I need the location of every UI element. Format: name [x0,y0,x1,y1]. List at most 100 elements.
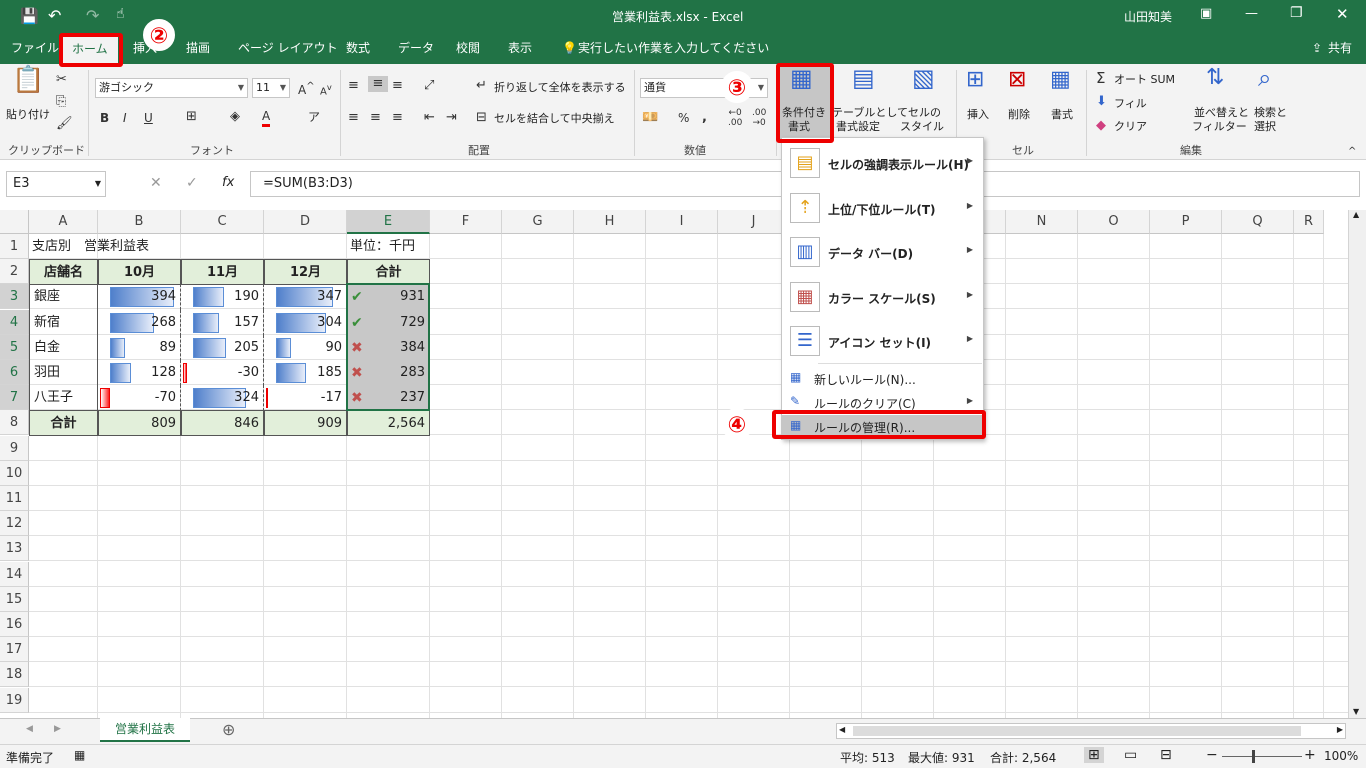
total-label-cell[interactable]: 合計 [29,410,98,437]
total-nov-cell[interactable]: 846 [181,410,264,437]
insert-function-icon[interactable]: fx [222,175,234,190]
data-bar-cell[interactable]: 185 [264,360,347,386]
table-header[interactable]: 店舗名 [29,259,98,286]
tab-data[interactable]: データ [398,32,434,64]
font-name-combo[interactable]: 游ゴシック ▼ [95,78,248,98]
row-header[interactable]: 14 [0,561,29,587]
store-name-cell[interactable]: 羽田 [29,360,98,386]
vertical-scrollbar[interactable]: ▲ ▼ [1348,210,1366,718]
find-select-button[interactable]: 検索と [1254,106,1287,120]
zoom-slider-thumb[interactable] [1252,750,1255,763]
row-header[interactable]: 18 [0,662,29,688]
table-header[interactable]: 12月 [264,259,347,286]
store-name-cell[interactable]: 新宿 [29,309,98,336]
phonetic-icon[interactable]: ア [308,109,320,125]
clear-button[interactable]: クリア [1114,120,1147,134]
find-select-icon[interactable]: ⌕ [1258,66,1271,90]
page-break-view-icon[interactable]: ⊟ [1160,747,1172,763]
align-bottom-icon[interactable]: ≡ [392,78,403,94]
data-bar-cell[interactable]: -70 [98,385,181,412]
data-bar-cell[interactable]: 304 [264,309,347,336]
row-header[interactable]: 9 [0,435,29,461]
row-header[interactable]: 12 [0,511,29,537]
collapse-ribbon-icon[interactable]: ^ [1348,144,1356,160]
table-header[interactable]: 11月 [181,259,264,286]
horizontal-scroll-thumb[interactable] [853,726,1301,736]
row-header[interactable]: 6 [0,360,29,385]
store-name-cell[interactable]: 白金 [29,334,98,361]
row-header[interactable]: 15 [0,586,29,612]
row-header[interactable]: 16 [0,612,29,637]
next-sheet-icon[interactable]: ▶ [54,724,61,734]
row-header[interactable]: 1 [0,234,29,259]
cell-styles-button[interactable]: セルの [908,106,941,120]
tab-file[interactable]: ファイル [11,32,59,64]
data-bar-cell[interactable]: 205 [181,334,264,361]
merge-icon[interactable]: ⊟ [476,110,487,126]
row-header[interactable]: 11 [0,486,29,511]
column-header[interactable]: B [98,210,181,234]
sort-filter-button[interactable]: 並べ替えと [1194,106,1249,120]
sort-filter-icon[interactable]: ⇅ [1206,67,1224,89]
clear-icon[interactable]: ◆ [1096,118,1106,134]
close-icon[interactable]: ✕ [1336,5,1349,23]
cell-a1[interactable]: 支店別 営業利益表 [32,234,149,260]
cut-icon[interactable]: ✂ [56,72,67,88]
column-header[interactable]: G [502,210,574,234]
insert-cells-button[interactable]: 挿入 [967,108,989,122]
accounting-format-icon[interactable]: 💴 [642,110,658,126]
comma-icon[interactable]: , [702,110,707,126]
minimize-icon[interactable]: — [1245,6,1258,21]
column-header[interactable]: F [430,210,502,234]
row-header[interactable]: 4 [0,309,29,335]
format-as-table-button[interactable]: テーブルとして [832,106,908,120]
font-color-icon[interactable]: A [262,108,271,127]
underline-icon[interactable]: U [144,110,153,126]
menu-item[interactable]: ▤ セルの強調表示ルール(H) ▶ [782,144,983,184]
merge-center-button[interactable]: セルを結合して中央揃え [494,112,615,126]
data-bar-cell[interactable]: -17 [264,385,347,412]
horizontal-scrollbar[interactable]: ◀ ▶ [836,723,1346,739]
zoom-in-icon[interactable]: + [1304,747,1316,763]
data-bar-cell[interactable]: 128 [98,360,181,386]
increase-indent-icon[interactable]: ⇥ [446,110,457,126]
sheet-tab-active[interactable]: 営業利益表 [100,718,190,742]
paste-button[interactable]: 貼り付け [6,108,50,122]
data-bar-cell[interactable]: 347 [264,284,347,311]
total-oct-cell[interactable]: 809 [98,410,181,437]
italic-icon[interactable]: I [123,110,127,126]
data-bar-cell[interactable]: 90 [264,334,347,361]
column-header[interactable]: C [181,210,264,234]
data-bar-cell[interactable]: 324 [181,385,264,412]
data-bar-cell[interactable]: 190 [181,284,264,311]
scroll-right-icon[interactable]: ▶ [1337,725,1343,734]
copy-icon[interactable]: ⎘ [56,94,66,110]
autosum-button[interactable]: オート SUM [1114,73,1175,87]
column-header[interactable]: A [29,210,98,234]
align-left-icon[interactable]: ≡ [348,110,359,126]
user-name[interactable]: 山田知美 [1124,8,1172,25]
new-rule-item[interactable]: ▦ 新しいルール(N)... [782,367,983,389]
grand-total-cell[interactable]: 2,564 [347,410,430,437]
insert-cells-icon[interactable]: ⊞ [966,69,984,91]
row-header[interactable]: 8 [0,410,29,436]
save-icon[interactable]: 💾 [20,7,39,25]
format-painter-icon[interactable]: 🖌 [56,116,73,132]
scroll-down-icon[interactable]: ▼ [1353,707,1359,716]
zoom-slider[interactable] [1222,756,1302,757]
align-middle-icon[interactable]: ≡ [368,76,388,92]
data-bar-cell[interactable]: 268 [98,309,181,336]
enter-icon[interactable]: ✓ [186,175,198,191]
menu-item[interactable]: ▦ カラー スケール(S) ▶ [782,278,983,318]
menu-item[interactable]: ⇡ 上位/下位ルール(T) ▶ [782,189,983,229]
delete-cells-button[interactable]: 削除 [1008,108,1030,122]
row-header[interactable]: 5 [0,334,29,360]
select-all-corner[interactable] [0,210,29,234]
shrink-font-icon[interactable]: Av [320,79,332,100]
menu-item[interactable]: ▥ データ バー(D) ▶ [782,233,983,273]
row-header[interactable]: 17 [0,637,29,663]
column-header[interactable]: I [646,210,718,234]
increase-decimal-icon[interactable]: ←0.00 [728,108,742,128]
undo-icon[interactable]: ↶ [48,6,61,25]
format-as-table-icon[interactable]: ▤ [852,66,875,90]
